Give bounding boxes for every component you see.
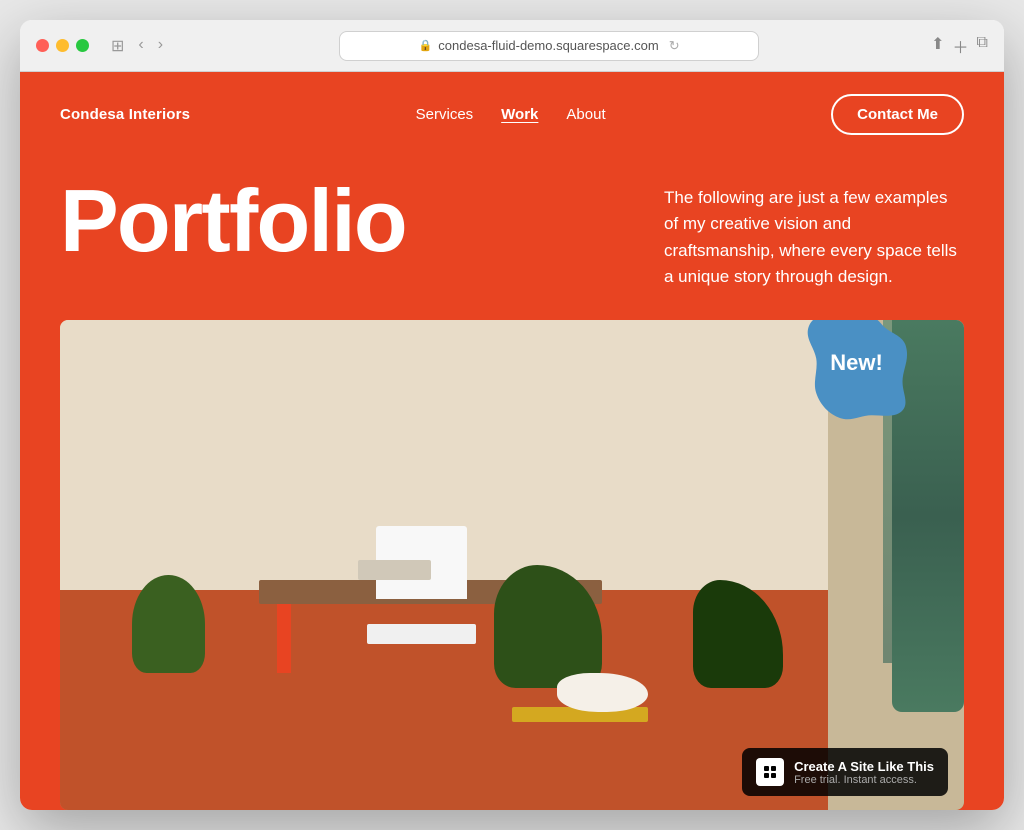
- browser-window: ⊞ ‹ › 🔒 condesa-fluid-demo.squarespace.c…: [20, 20, 1004, 810]
- squarespace-text: Create A Site Like This Free trial. Inst…: [794, 759, 934, 786]
- browser-chrome: ⊞ ‹ › 🔒 condesa-fluid-demo.squarespace.c…: [20, 20, 1004, 72]
- new-tab-icon[interactable]: ＋: [953, 34, 969, 58]
- squarespace-logo: [756, 758, 784, 786]
- portfolio-image-container: New! Create A Site Like This: [60, 320, 964, 810]
- nav-link-about[interactable]: About: [566, 106, 605, 123]
- url-text: condesa-fluid-demo.squarespace.com: [438, 38, 658, 53]
- website-content: Condesa Interiors Services Work About Co…: [20, 72, 1004, 810]
- lock-icon: 🔒: [419, 39, 433, 52]
- back-button[interactable]: ‹: [134, 34, 147, 58]
- chair-seat: [367, 624, 475, 644]
- nav-links: Services Work About: [416, 106, 606, 123]
- hero-section: Portfolio The following are just a few e…: [20, 157, 1004, 320]
- hero-title: Portfolio: [60, 177, 644, 265]
- portfolio-image: New! Create A Site Like This: [60, 320, 964, 810]
- new-badge-container: New!: [799, 320, 914, 420]
- browser-controls: ⊞ ‹ ›: [107, 34, 167, 58]
- navigation: Condesa Interiors Services Work About Co…: [20, 72, 1004, 157]
- share-icon[interactable]: ⬆: [931, 34, 944, 58]
- address-bar[interactable]: 🔒 condesa-fluid-demo.squarespace.com ↻: [339, 31, 759, 61]
- dog: [557, 673, 647, 712]
- tabs-icon[interactable]: ⧉: [977, 34, 988, 58]
- browser-actions: ⬆ ＋ ⧉: [931, 34, 988, 58]
- table-leg-left: [277, 604, 291, 673]
- traffic-lights: [36, 39, 89, 52]
- reload-icon[interactable]: ↻: [669, 38, 680, 54]
- nav-link-services[interactable]: Services: [416, 106, 474, 123]
- new-badge-label: New!: [830, 350, 883, 376]
- forward-button[interactable]: ›: [154, 34, 167, 58]
- contact-me-button[interactable]: Contact Me: [831, 94, 964, 135]
- laptop: [358, 560, 430, 580]
- plant-1: [132, 575, 204, 673]
- squarespace-logo-svg: [762, 764, 778, 780]
- sidebar-icon[interactable]: ⊞: [107, 34, 128, 58]
- squarespace-title: Create A Site Like This: [794, 759, 934, 774]
- hero-description: The following are just a few examples of…: [644, 185, 964, 290]
- nav-link-work[interactable]: Work: [501, 106, 538, 123]
- minimize-button[interactable]: [56, 39, 69, 52]
- brand-logo[interactable]: Condesa Interiors: [60, 106, 190, 123]
- maximize-button[interactable]: [76, 39, 89, 52]
- squarespace-bar[interactable]: Create A Site Like This Free trial. Inst…: [742, 748, 948, 796]
- squarespace-subtitle: Free trial. Instant access.: [794, 774, 934, 786]
- close-button[interactable]: [36, 39, 49, 52]
